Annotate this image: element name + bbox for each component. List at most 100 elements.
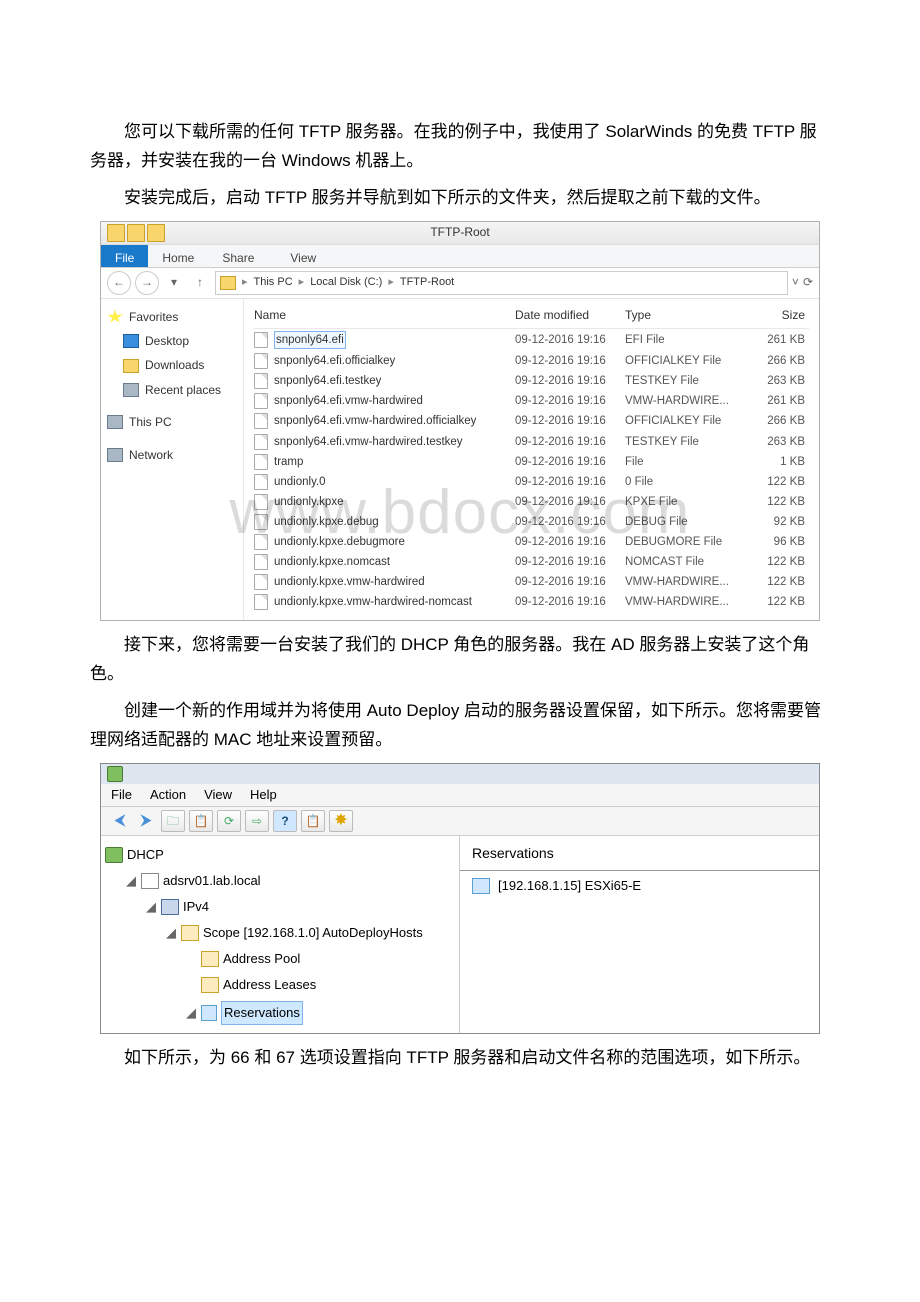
file-type: TESTKEY File — [625, 373, 745, 389]
explorer-sidebar: Favorites Desktop Downloads Recent place… — [101, 299, 244, 621]
network-icon — [107, 448, 123, 462]
table-row[interactable]: undionly.kpxe.debug09-12-2016 19:16DEBUG… — [254, 512, 809, 532]
file-icon — [254, 494, 268, 510]
tree-item-dhcp[interactable]: DHCP — [105, 842, 455, 868]
file-modified: 09-12-2016 19:16 — [515, 574, 625, 590]
file-type: File — [625, 454, 745, 470]
table-row[interactable]: undionly.kpxe.vmw-hardwired09-12-2016 19… — [254, 572, 809, 592]
table-row[interactable]: snponly64.efi.vmw-hardwired.testkey 09-12… — [254, 432, 809, 452]
tree-label: adsrv01.lab.local — [163, 870, 261, 892]
toolbar-button[interactable]: 📋 — [189, 810, 213, 832]
file-name: snponly64.efi.vmw-hardwired.testkey — [274, 434, 463, 450]
nav-back-button[interactable]: ← — [107, 271, 131, 295]
file-type: VMW-HARDWIRE... — [625, 574, 745, 590]
tree-item-server[interactable]: ◢ adsrv01.lab.local — [105, 868, 455, 894]
menu-action[interactable]: Action — [150, 784, 186, 806]
table-row[interactable]: snponly64.efi.testkey09-12-2016 19:16TES… — [254, 371, 809, 391]
folder-icon — [107, 224, 125, 242]
sidebar-item-label: Desktop — [145, 331, 189, 351]
ribbon-tab-home[interactable]: Home — [148, 245, 208, 267]
file-size: 266 KB — [745, 353, 809, 369]
breadcrumb[interactable]: ▸ This PC ▸ Local Disk (C:) ▸ TFTP-Root — [215, 271, 788, 295]
file-type: VMW-HARDWIRE... — [625, 393, 745, 409]
expand-icon[interactable]: ◢ — [145, 896, 157, 918]
table-row[interactable]: undionly.kpxe.debugmore09-12-2016 19:16D… — [254, 532, 809, 552]
nav-recent-dropdown[interactable]: ▾ — [163, 272, 185, 294]
toolbar-button[interactable]: 🗀 — [161, 810, 185, 832]
ribbon-tab-share[interactable]: Share — [208, 245, 268, 267]
col-size[interactable]: Size — [745, 305, 809, 325]
table-row[interactable]: snponly64.efi09-12-2016 19:16EFI File261… — [254, 329, 809, 351]
file-icon — [254, 353, 268, 369]
file-icon — [254, 474, 268, 490]
nav-forward-button[interactable]: → — [135, 271, 159, 295]
sidebar-item-desktop[interactable]: Desktop — [107, 329, 237, 353]
file-name: snponly64.efi.vmw-hardwired.officialkey — [274, 413, 476, 429]
table-row[interactable]: undionly.kpxe.nomcast09-12-2016 19:16NOM… — [254, 552, 809, 572]
breadcrumb-item[interactable]: TFTP-Root — [400, 273, 454, 292]
file-type: DEBUG File — [625, 514, 745, 530]
ribbon-tab-file[interactable]: File — [101, 245, 148, 267]
file-icon — [254, 434, 268, 450]
refresh-button[interactable]: ⟳ — [803, 272, 813, 292]
toolbar-button[interactable]: 📋 — [301, 810, 325, 832]
paragraph: 安装完成后，启动 TFTP 服务并导航到如下所示的文件夹，然后提取之前下载的文件… — [90, 184, 830, 213]
table-row[interactable]: tramp09-12-2016 19:16File1 KB — [254, 452, 809, 472]
file-size: 1 KB — [745, 454, 809, 470]
file-icon — [254, 332, 268, 348]
tree-item-pool[interactable]: Address Pool — [105, 946, 455, 972]
file-name: undionly.kpxe.debug — [274, 514, 379, 530]
ribbon-tab-view[interactable]: View — [276, 245, 330, 267]
table-row[interactable]: snponly64.efi.vmw-hardwired.officialkey 0… — [254, 411, 809, 431]
sidebar-item-thispc[interactable]: This PC — [107, 410, 237, 434]
sidebar-item-downloads[interactable]: Downloads — [107, 353, 237, 377]
breadcrumb-item[interactable]: Local Disk (C:) — [310, 273, 382, 292]
col-name[interactable]: Name — [254, 305, 515, 325]
table-row[interactable]: snponly64.efi.vmw-hardwired09-12-2016 19… — [254, 391, 809, 411]
file-list-header[interactable]: Name Date modified Type Size — [254, 303, 809, 329]
file-size: 92 KB — [745, 514, 809, 530]
col-type[interactable]: Type — [625, 305, 745, 325]
tree-item-leases[interactable]: Address Leases — [105, 972, 455, 998]
toolbar-refresh[interactable]: ⟳ — [217, 810, 241, 832]
menu-help[interactable]: Help — [250, 784, 277, 806]
file-list: Name Date modified Type Size snponly64.e… — [244, 299, 819, 621]
toolbar-star[interactable]: ✸ — [329, 810, 353, 832]
sidebar-item-network[interactable]: Network — [107, 443, 237, 467]
menu-file[interactable]: File — [111, 784, 132, 806]
file-name: undionly.kpxe — [274, 494, 343, 510]
nav-up-button[interactable]: ↑ — [189, 272, 211, 294]
mmc-tree: DHCP ◢ adsrv01.lab.local ◢ IPv4 ◢ Scope … — [101, 836, 460, 1033]
table-row[interactable]: undionly.009-12-2016 19:160 File122 KB — [254, 472, 809, 492]
sidebar-item-label: Downloads — [145, 355, 204, 375]
sidebar-item-label: This PC — [129, 412, 172, 432]
expand-icon[interactable]: ◢ — [125, 870, 137, 892]
file-modified: 09-12-2016 19:16 — [515, 434, 625, 450]
nav-forward-button[interactable]: ⮞ — [135, 811, 157, 831]
expand-icon[interactable]: ◢ — [185, 1002, 197, 1024]
nav-back-button[interactable]: ⮜ — [109, 811, 131, 831]
sidebar-item-recent[interactable]: Recent places — [107, 378, 237, 402]
toolbar-export[interactable]: ⇨ — [245, 810, 269, 832]
tree-item-ipv4[interactable]: ◢ IPv4 — [105, 894, 455, 920]
file-modified: 09-12-2016 19:16 — [515, 413, 625, 429]
breadcrumb-expand[interactable]: ˅ — [792, 272, 799, 292]
mmc-right-pane: Reservations [192.168.1.15] ESXi65-E — [460, 836, 819, 1033]
tree-item-reservations[interactable]: ◢ Reservations — [105, 999, 455, 1027]
menu-view[interactable]: View — [204, 784, 232, 806]
tree-item-scope[interactable]: ◢ Scope [192.168.1.0] AutoDeployHosts — [105, 920, 455, 946]
col-modified[interactable]: Date modified — [515, 305, 625, 325]
table-row[interactable]: undionly.kpxe.vmw-hardwired-nomcast09-12… — [254, 592, 809, 612]
table-row[interactable]: undionly.kpxe09-12-2016 19:16KPXE File12… — [254, 492, 809, 512]
file-size: 122 KB — [745, 594, 809, 610]
file-size: 261 KB — [745, 332, 809, 348]
breadcrumb-item[interactable]: This PC — [254, 273, 293, 292]
expand-icon[interactable]: ◢ — [165, 922, 177, 944]
toolbar-help[interactable]: ? — [273, 810, 297, 832]
sidebar-item-favorites[interactable]: Favorites — [107, 305, 237, 329]
file-name: undionly.kpxe.vmw-hardwired-nomcast — [274, 594, 472, 610]
reservation-item[interactable]: [192.168.1.15] ESXi65-E — [460, 871, 819, 901]
file-icon — [254, 373, 268, 389]
table-row[interactable]: snponly64.efi.officialkey09-12-2016 19:1… — [254, 351, 809, 371]
file-icon — [254, 574, 268, 590]
